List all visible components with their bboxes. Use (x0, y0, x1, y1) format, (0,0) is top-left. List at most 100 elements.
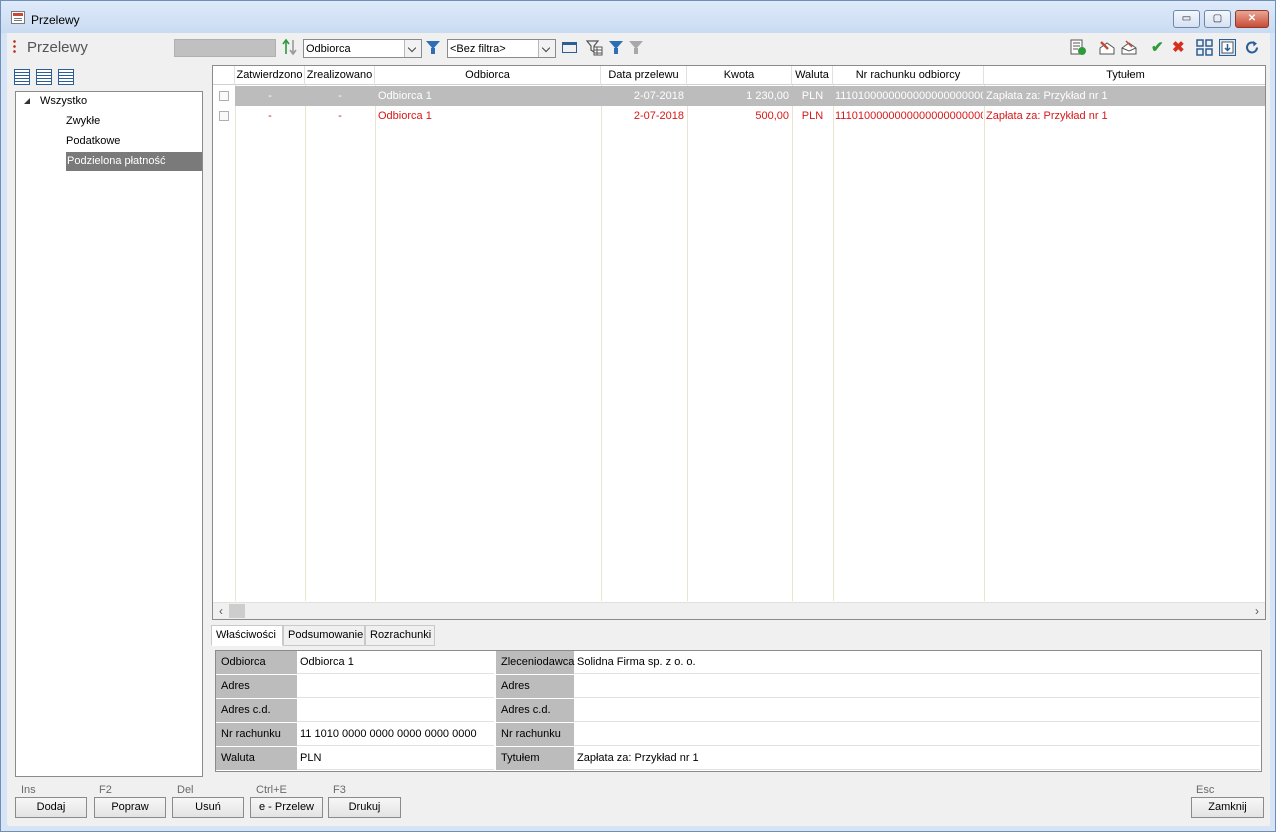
prop-label-zleceniodawca: Zleceniodawca (496, 651, 574, 674)
cell-zrealizowano: - (338, 110, 342, 122)
filter-value: <Bez filtra> (450, 43, 506, 55)
prop-label-adres-z: Adres (496, 675, 574, 698)
cell-rachunek: 11101000000000000000000000 (835, 110, 983, 122)
toolbar: Przelewy Odbiorca <Bez filtra> ✔ ✖ (8, 33, 1270, 61)
cell-odbiorca: Odbiorca 1 (378, 90, 432, 102)
folder-icon[interactable] (561, 39, 578, 56)
refresh-icon[interactable] (1244, 39, 1261, 56)
col-header-rachunek[interactable]: Nr rachunku odbiorcy (833, 66, 984, 85)
col-header-odbiorca[interactable]: Odbiorca (375, 66, 601, 85)
col-header-data[interactable]: Data przelewu (601, 66, 687, 85)
download-icon[interactable] (1219, 39, 1236, 56)
maximize-button[interactable]: ▢ (1204, 10, 1231, 28)
prop-value-adres-z[interactable] (574, 675, 1260, 698)
envelope-icon[interactable] (1121, 39, 1138, 56)
col-divider (792, 85, 793, 601)
tree-add-icon[interactable] (36, 69, 52, 85)
tab-podsumowanie[interactable]: Podsumowanie (283, 625, 365, 646)
shortcut-label: Del (177, 784, 194, 796)
chevron-down-icon[interactable] (538, 40, 555, 57)
window-title: Przelewy (31, 13, 80, 27)
col-header-kwota[interactable]: Kwota (687, 66, 792, 85)
table-row[interactable]: - - Odbiorca 1 2-07-2018 1 230,00 PLN 11… (235, 86, 1265, 106)
prop-value-nr-rachunku-z[interactable] (574, 723, 1260, 746)
filter-icon[interactable] (608, 39, 625, 56)
e-transfer-button[interactable]: e - Przelew (250, 797, 323, 818)
category-tree: Wszystko Zwykłe Podatkowe Podzielona pła… (15, 91, 203, 777)
row-checkbox[interactable] (219, 111, 229, 121)
export-sheet-icon[interactable] (1070, 39, 1087, 56)
col-divider (601, 85, 602, 601)
prop-value-nr-rachunku[interactable]: 11 1010 0000 0000 0000 0000 0000 (297, 723, 494, 746)
print-button[interactable]: Drukuj (328, 797, 401, 818)
close-window-button[interactable]: ✕ (1235, 10, 1269, 28)
tab-rozrachunki[interactable]: Rozrachunki (365, 625, 435, 646)
search-input[interactable] (174, 39, 276, 57)
delete-button[interactable]: Usuń (172, 797, 244, 818)
prop-value-adres-cd[interactable] (297, 699, 494, 722)
prop-value-zleceniodawca[interactable]: Solidna Firma sp. z o. o. (574, 651, 1260, 674)
chevron-down-icon[interactable] (404, 40, 421, 57)
app-icon (11, 11, 25, 24)
tree-remove-icon[interactable] (58, 69, 74, 85)
scroll-right-icon[interactable]: › (1249, 603, 1265, 619)
title-bar[interactable]: Przelewy ▭ ▢ ✕ (1, 1, 1275, 33)
col-header-check[interactable] (213, 66, 235, 85)
table-row[interactable]: - - Odbiorca 1 2-07-2018 500,00 PLN 1110… (235, 106, 1265, 126)
shortcut-label: Ctrl+E (256, 784, 287, 796)
clear-filter-icon[interactable] (628, 39, 645, 56)
cell-tytulem: Zapłata za: Przykład nr 1 (986, 90, 1108, 102)
tab-wlasciwosci[interactable]: Właściwości (211, 625, 283, 646)
prop-label-adres-cd: Adres c.d. (216, 699, 297, 722)
add-button[interactable]: Dodaj (15, 797, 87, 818)
page-title: Przelewy (27, 39, 88, 56)
col-header-tytulem[interactable]: Tytułem (984, 66, 1265, 85)
col-header-zatwierdzono[interactable]: Zatwierdzono (235, 66, 305, 85)
filter-edit-icon[interactable] (425, 39, 442, 56)
col-divider (235, 85, 236, 601)
tree-item-podatkowe[interactable]: Podatkowe (66, 132, 120, 151)
filter-select[interactable]: <Bez filtra> (447, 39, 556, 58)
reject-icon[interactable]: ✖ (1172, 39, 1189, 56)
col-divider (375, 85, 376, 601)
col-divider (687, 85, 688, 601)
minimize-button[interactable]: ▭ (1173, 10, 1200, 28)
cell-odbiorca: Odbiorca 1 (378, 110, 432, 122)
scroll-thumb[interactable] (229, 604, 245, 618)
sort-direction-icon[interactable] (282, 38, 298, 56)
cell-kwota: 500,00 (755, 110, 789, 122)
sort-field-select[interactable]: Odbiorca (303, 39, 422, 58)
transfers-grid: Zatwierdzono Zrealizowano Odbiorca Data … (212, 65, 1266, 620)
shortcut-label: Esc (1196, 784, 1215, 796)
scroll-left-icon[interactable]: ‹ (213, 603, 229, 619)
tree-expander-icon[interactable] (24, 98, 30, 104)
horizontal-scrollbar[interactable]: ‹ › (213, 602, 1265, 619)
close-button[interactable]: Zamknij (1191, 797, 1264, 818)
prop-value-tytulem[interactable]: Zapłata za: Przykład nr 1 (574, 747, 1260, 770)
drag-handle-icon[interactable] (13, 39, 16, 54)
approve-icon[interactable]: ✔ (1151, 39, 1168, 56)
prop-value-adres-cd-z[interactable] (574, 699, 1260, 722)
col-header-waluta[interactable]: Waluta (792, 66, 833, 85)
col-divider (305, 85, 306, 601)
tree-item-wszystko[interactable]: Wszystko (40, 92, 87, 111)
prop-label-odbiorca: Odbiorca (216, 651, 297, 674)
cell-data: 2-07-2018 (633, 110, 684, 122)
prop-value-odbiorca[interactable]: Odbiorca 1 (297, 651, 494, 674)
tree-item-zwykle[interactable]: Zwykłe (66, 112, 100, 131)
filter-table-icon[interactable] (585, 39, 603, 56)
col-header-zrealizowano[interactable]: Zrealizowano (305, 66, 375, 85)
prop-value-adres[interactable] (297, 675, 494, 698)
grid-view-icon[interactable] (1196, 39, 1213, 56)
cell-zatwierdzono: - (268, 110, 272, 122)
row-checkbox[interactable] (219, 91, 229, 101)
cell-tytulem: Zapłata za: Przykład nr 1 (986, 110, 1108, 122)
edit-button[interactable]: Popraw (94, 797, 166, 818)
envelope-red-icon[interactable] (1099, 39, 1116, 56)
tree-expand-all-icon[interactable] (14, 69, 30, 85)
shortcut-label: F3 (333, 784, 346, 796)
cell-waluta: PLN (801, 90, 824, 102)
prop-value-waluta[interactable]: PLN (297, 747, 494, 770)
tree-item-podzielona-platnosc[interactable]: Podzielona płatność (66, 152, 202, 171)
prop-label-nr-rachunku: Nr rachunku (216, 723, 297, 746)
